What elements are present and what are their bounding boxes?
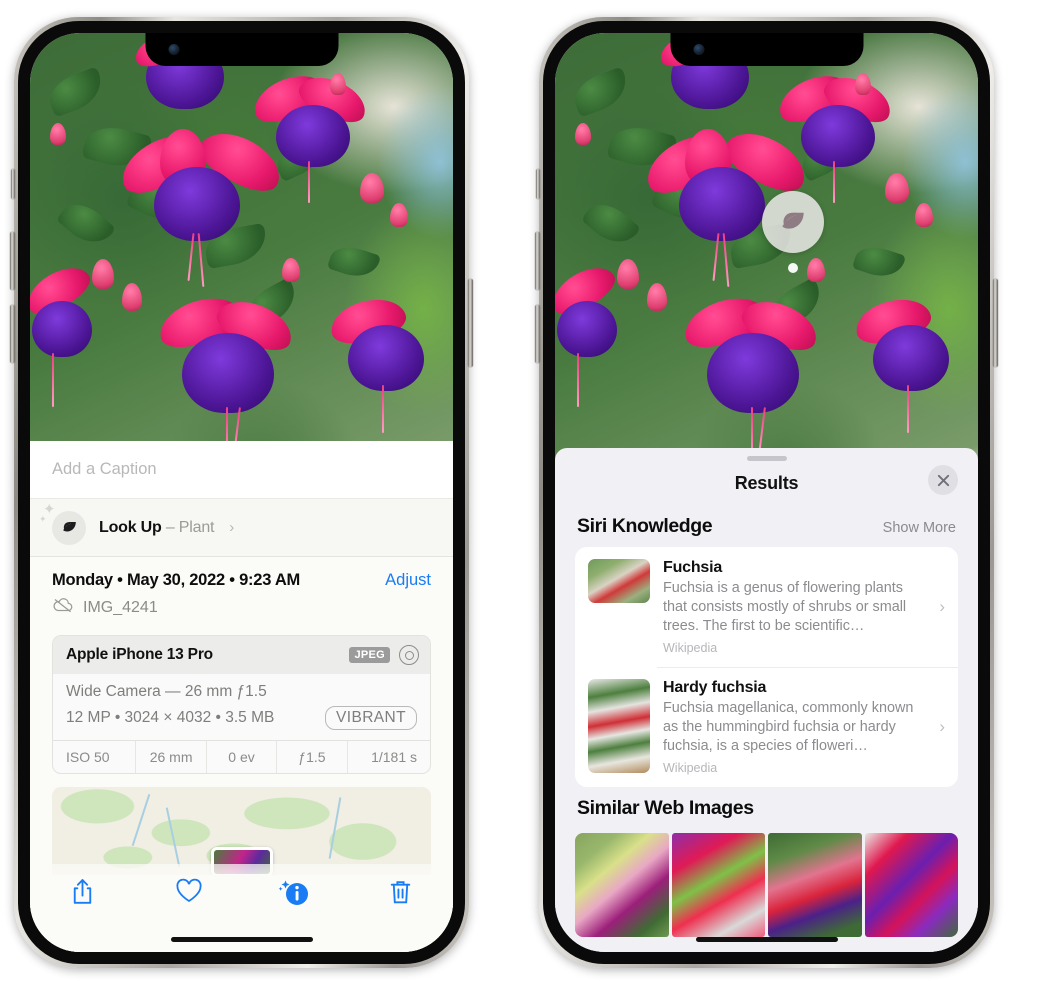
- volume-up-button[interactable]: [535, 232, 540, 290]
- result-source: Wikipedia: [663, 641, 718, 656]
- exif-row: ISO 50 26 mm 0 ev ƒ1.5 1/181 s: [53, 740, 430, 773]
- exif-focal: 26 mm: [135, 741, 205, 773]
- look-up-row[interactable]: ✦ ✦ Look Up – Plant ›: [30, 499, 453, 557]
- format-badge: JPEG: [349, 647, 390, 663]
- result-title: Hardy fuchsia: [663, 679, 767, 697]
- section-title: Siri Knowledge: [577, 515, 713, 537]
- favorite-button[interactable]: [136, 878, 242, 904]
- front-camera: [693, 44, 704, 55]
- power-button[interactable]: [468, 279, 473, 367]
- caption-input[interactable]: Add a Caption: [30, 441, 453, 499]
- sparkle-small-icon: ✦: [39, 513, 47, 524]
- result-description: Fuchsia is a genus of flowering plants t…: [663, 580, 907, 635]
- photo-date: Monday • May 30, 2022 • 9:23 AM: [52, 571, 301, 589]
- similar-images-row[interactable]: [555, 833, 978, 938]
- look-up-text: Look Up: [99, 518, 162, 536]
- device-notch: [670, 33, 863, 66]
- chevron-right-icon: ›: [939, 717, 945, 737]
- photo-filename: IMG_4241: [83, 598, 158, 616]
- home-indicator[interactable]: [170, 937, 313, 942]
- front-camera: [168, 44, 179, 55]
- device-notch: [145, 33, 338, 66]
- iphone-left: Add a Caption ✦ ✦ Look Up – Plant › Mond…: [10, 17, 473, 968]
- power-button[interactable]: [993, 279, 998, 367]
- result-source: Wikipedia: [663, 761, 718, 776]
- siri-knowledge-card: Fuchsia Fuchsia is a genus of flowering …: [575, 547, 958, 788]
- location-map[interactable]: [52, 787, 431, 875]
- look-up-dash: –: [161, 518, 179, 536]
- info-button[interactable]: [242, 878, 348, 908]
- delete-button[interactable]: [347, 878, 453, 907]
- mute-switch[interactable]: [536, 169, 540, 199]
- look-up-label: Look Up – Plant: [99, 519, 214, 537]
- photo-metadata: Monday • May 30, 2022 • 9:23 AM Adjust I…: [30, 557, 453, 624]
- list-item[interactable]: Hardy fuchsia Fuchsia magellanica, commo…: [575, 667, 958, 787]
- exif-exposure: 0 ev: [205, 741, 276, 773]
- exif-iso: ISO 50: [66, 749, 110, 765]
- exif-aperture: ƒ1.5: [276, 741, 346, 773]
- chevron-right-icon: ›: [939, 597, 945, 617]
- volume-down-button[interactable]: [535, 305, 540, 363]
- resolution-info: 12 MP • 3024 × 4032 • 3.5 MB: [66, 709, 275, 726]
- siri-knowledge-header: Siri Knowledge Show More: [555, 505, 978, 547]
- close-icon[interactable]: [928, 465, 958, 495]
- visual-lookup-badge[interactable]: [762, 191, 824, 253]
- web-image-thumbnail[interactable]: [575, 833, 669, 938]
- web-image-thumbnail[interactable]: [671, 833, 765, 938]
- mute-switch[interactable]: [11, 169, 15, 199]
- device-bezel: Add a Caption ✦ ✦ Look Up – Plant › Mond…: [18, 21, 465, 964]
- section-title: Similar Web Images: [577, 797, 754, 820]
- camera-device-name: Apple iPhone 13 Pro: [66, 646, 213, 663]
- aperture-icon: [399, 645, 419, 665]
- result-thumbnail: [588, 559, 650, 603]
- lens-info: Wide Camera — 26 mm ƒ1.5: [66, 683, 267, 700]
- iphone-right: Results Siri Knowledge Show More Fuchsia…: [535, 17, 998, 968]
- show-more-button[interactable]: Show More: [883, 520, 956, 536]
- volume-down-button[interactable]: [10, 305, 15, 363]
- result-title: Fuchsia: [663, 559, 723, 576]
- screen-left: Add a Caption ✦ ✦ Look Up – Plant › Mond…: [30, 33, 453, 952]
- share-button[interactable]: [30, 878, 136, 907]
- photo-info-sheet: Add a Caption ✦ ✦ Look Up – Plant › Mond…: [30, 441, 453, 952]
- screenshot-stage: Add a Caption ✦ ✦ Look Up – Plant › Mond…: [0, 0, 1055, 985]
- leaf-icon: ✦ ✦: [39, 502, 86, 545]
- list-item[interactable]: Fuchsia Fuchsia is a genus of flowering …: [575, 547, 958, 667]
- visual-lookup-anchor-dot: [788, 263, 798, 273]
- volume-up-button[interactable]: [10, 232, 15, 290]
- chevron-right-icon: ›: [229, 519, 235, 536]
- exif-shutter: 1/181 s: [346, 741, 430, 773]
- look-up-subject: Plant: [178, 518, 215, 536]
- style-badge: VIBRANT: [325, 706, 417, 730]
- results-title: Results: [734, 472, 799, 493]
- web-image-thumbnail[interactable]: [864, 833, 958, 938]
- icloud-slash-icon: [52, 597, 74, 618]
- result-thumbnail: [588, 679, 650, 774]
- similar-web-images-header: Similar Web Images: [555, 787, 978, 829]
- home-indicator[interactable]: [695, 937, 838, 942]
- results-sheet: Results Siri Knowledge Show More Fuchsia…: [555, 448, 978, 952]
- screen-right: Results Siri Knowledge Show More Fuchsia…: [555, 33, 978, 952]
- device-bezel: Results Siri Knowledge Show More Fuchsia…: [543, 21, 990, 964]
- web-image-thumbnail[interactable]: [768, 833, 862, 938]
- result-description: Fuchsia magellanica, commonly known as t…: [663, 700, 914, 755]
- camera-info-card: Apple iPhone 13 Pro JPEG Wide Camera — 2…: [52, 635, 431, 774]
- adjust-button[interactable]: Adjust: [385, 571, 431, 590]
